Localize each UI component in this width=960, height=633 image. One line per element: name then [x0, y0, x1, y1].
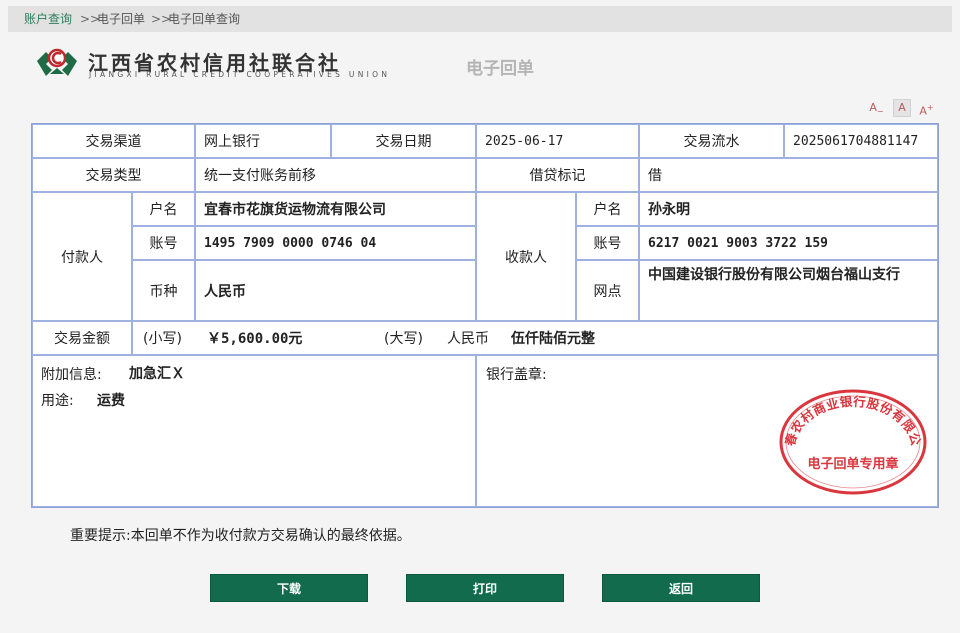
- payer-label: 付款人: [32, 192, 132, 321]
- payee-account-label: 账号: [576, 226, 639, 260]
- payer-name-label: 户名: [132, 192, 195, 226]
- bank-logo: 江西省农村信用社联合社 JIANGXI RURAL CREDIT COOPERA…: [36, 44, 416, 80]
- payer-currency: 人民币: [195, 260, 476, 321]
- amount-big-value: 伍仟陆佰元整: [511, 331, 595, 347]
- bank-name-en: JIANGXI RURAL CREDIT COOPERATIVES UNION: [89, 70, 391, 79]
- breadcrumb-account-query[interactable]: 账户查询: [24, 6, 72, 32]
- breadcrumb-e-receipt[interactable]: 电子回单: [97, 6, 145, 32]
- dc-value: 借: [639, 158, 938, 192]
- print-button[interactable]: 打印: [406, 574, 564, 602]
- bank-seal: 宜春农村商业银行股份有限公司 电子回单专用章: [778, 388, 927, 495]
- amount-value-cell: (小写) ￥5,600.00元 (大写) 人民币 伍仟陆佰元整: [132, 321, 938, 355]
- amount-big-label: (大写): [384, 331, 423, 347]
- important-notice: 重要提示:本回单不作为收付款方交易确认的最终依据。: [70, 528, 411, 544]
- serial-label: 交易流水: [639, 124, 784, 158]
- stamp-label: 银行盖章:: [486, 367, 547, 383]
- breadcrumb: 账户查询 >> 电子回单 >> 电子回单查询: [8, 6, 952, 32]
- payer-account-label: 账号: [132, 226, 195, 260]
- payer-name: 宜春市花旗货运物流有限公司: [195, 192, 476, 226]
- payee-name-label: 户名: [576, 192, 639, 226]
- payer-account: 1495 7909 0000 0746 04: [195, 226, 476, 260]
- back-button[interactable]: 返回: [602, 574, 760, 602]
- payee-name: 孙永明: [639, 192, 938, 226]
- purpose-value: 运费: [97, 393, 125, 409]
- channel-label: 交易渠道: [32, 124, 195, 158]
- dc-label: 借贷标记: [476, 158, 639, 192]
- font-increase-button[interactable]: A+: [918, 99, 935, 118]
- payer-currency-label: 币种: [132, 260, 195, 321]
- amount-small-value: ￥5,600.00元: [207, 331, 303, 347]
- serial-value: 2025061704881147: [784, 124, 938, 158]
- font-normal-button[interactable]: A: [893, 99, 911, 117]
- font-decrease-button[interactable]: A−: [868, 99, 885, 116]
- payee-branch-label: 网点: [576, 260, 639, 321]
- extra-info-label: 附加信息:: [41, 367, 102, 383]
- payee-branch-text: 中国建设银行股份有限公司烟台福山支行: [648, 267, 900, 283]
- extra-info-value: 加急汇Ｘ: [129, 366, 185, 382]
- date-value: 2025-06-17: [476, 124, 639, 158]
- breadcrumb-e-receipt-query: 电子回单查询: [168, 12, 241, 26]
- date-label: 交易日期: [331, 124, 476, 158]
- payee-account: 6217 0021 9003 3722 159: [639, 226, 938, 260]
- payee-label: 收款人: [476, 192, 576, 321]
- page-title: 电子回单: [466, 59, 534, 79]
- type-label: 交易类型: [32, 158, 195, 192]
- amount-label: 交易金额: [32, 321, 132, 355]
- amount-currency: 人民币: [447, 331, 489, 347]
- channel-value: 网上银行: [195, 124, 331, 158]
- font-size-controls: A− A A+: [868, 99, 940, 118]
- amount-small-label: (小写): [143, 331, 182, 347]
- purpose-label: 用途:: [41, 393, 74, 409]
- jiangxi-rcc-logo-icon: [37, 48, 77, 76]
- payee-branch: 中国建设银行股份有限公司烟台福山支行: [639, 260, 938, 321]
- seal-inner-text: 电子回单专用章: [807, 456, 898, 472]
- type-value: 统一支付账务前移: [195, 158, 476, 192]
- seal-outer-text: 宜春农村商业银行股份有限公司: [778, 388, 924, 449]
- download-button[interactable]: 下载: [210, 574, 368, 602]
